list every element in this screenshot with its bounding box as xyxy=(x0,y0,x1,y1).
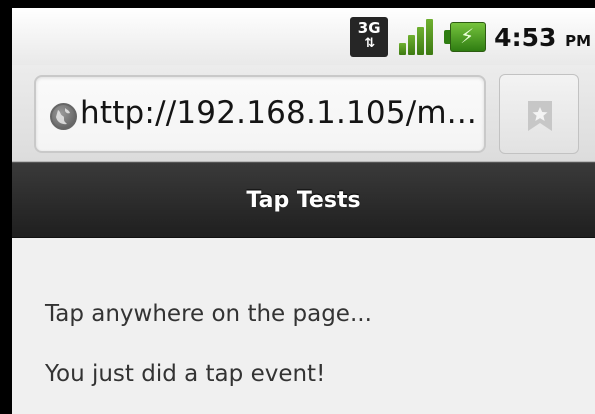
browser-toolbar: http://192.168.1.105/m... xyxy=(12,65,595,162)
status-clock: 4:53 PM xyxy=(494,23,591,52)
globe-icon xyxy=(50,103,77,130)
network-activity-arrows: ⇅ xyxy=(364,36,375,51)
battery-charging-icon: ⚡ xyxy=(444,20,487,54)
instruction-text: Tap anywhere on the page... xyxy=(45,301,372,327)
bookmark-button[interactable] xyxy=(499,74,579,154)
device-screen: 3G ⇅ ⚡ 4:53 PM http://192.168.1.105/m...… xyxy=(12,8,595,414)
tap-event-message: You just did a tap event! xyxy=(45,361,326,387)
signal-strength-icon xyxy=(396,17,436,57)
url-field[interactable]: http://192.168.1.105/m... xyxy=(34,75,486,153)
bookmark-star-icon xyxy=(528,101,552,131)
status-bar: 3G ⇅ ⚡ 4:53 PM xyxy=(12,8,595,65)
network-type-label: 3G xyxy=(357,19,381,37)
clock-ampm: PM xyxy=(565,31,591,50)
page-header: Tap Tests xyxy=(12,162,595,238)
clock-time: 4:53 xyxy=(494,22,557,52)
network-3g-icon: 3G ⇅ xyxy=(350,17,389,57)
page-content[interactable]: Tap anywhere on the page... You just did… xyxy=(12,238,595,414)
page-title: Tap Tests xyxy=(246,188,361,213)
url-text: http://192.168.1.105/m... xyxy=(80,95,477,131)
status-icons: 3G ⇅ ⚡ 4:53 PM xyxy=(350,17,591,57)
